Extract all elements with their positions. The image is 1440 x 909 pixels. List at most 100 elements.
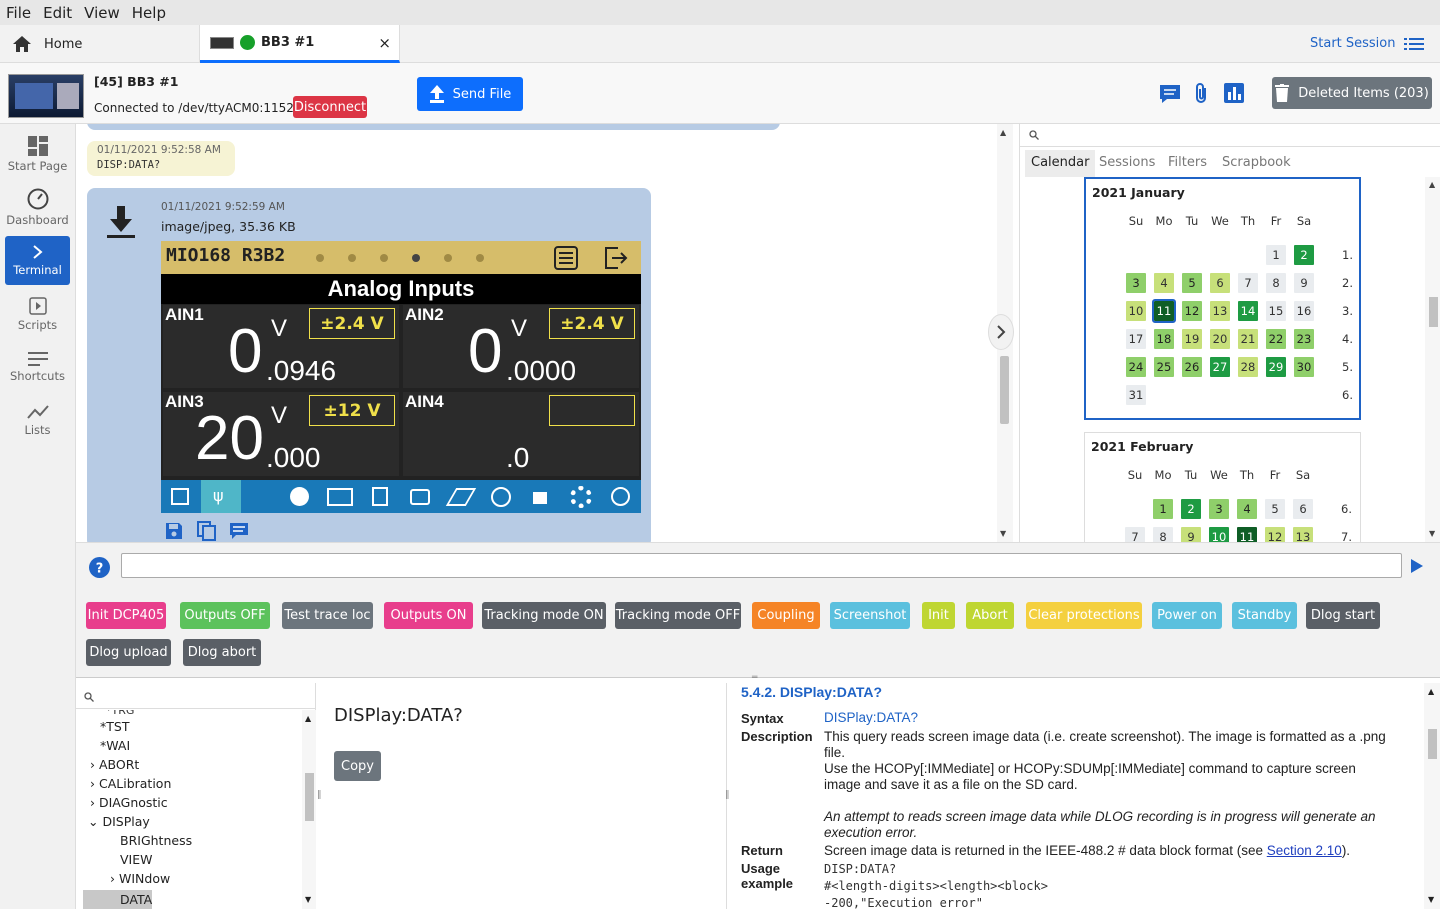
close-icon[interactable]: × xyxy=(378,34,391,52)
attachment-icon[interactable] xyxy=(1193,83,1211,105)
tab-scrapbook[interactable]: Scrapbook xyxy=(1222,155,1291,170)
calendar-day[interactable]: 9 xyxy=(1181,527,1201,542)
nav-scripts[interactable]: Scripts xyxy=(5,290,70,339)
tab-home[interactable]: Home xyxy=(0,25,200,63)
shortcut-button[interactable]: Dlog abort xyxy=(183,639,261,666)
splitter-handle[interactable]: ‖ xyxy=(317,790,322,800)
calendar-day[interactable]: 10 xyxy=(1126,301,1146,321)
calendar-day[interactable]: 12 xyxy=(1265,527,1285,542)
calendar-day[interactable]: 18 xyxy=(1154,329,1174,349)
splitter-handle[interactable]: ‖ xyxy=(725,790,730,800)
shortcut-button[interactable]: Abort xyxy=(966,602,1014,629)
calendar-day[interactable]: 28 xyxy=(1238,357,1258,377)
calendar-day[interactable]: 4 xyxy=(1237,499,1257,519)
deleted-items-button[interactable]: Deleted Items (203) xyxy=(1272,77,1432,109)
copy-button[interactable]: Copy xyxy=(334,751,381,781)
help-tree-scrollbar[interactable]: ▲ ▼ xyxy=(302,710,316,909)
save-icon[interactable] xyxy=(165,522,183,540)
nav-dashboard[interactable]: Dashboard xyxy=(5,183,70,232)
shortcut-button[interactable]: Screenshot xyxy=(830,602,910,629)
start-session-button[interactable]: Start Session xyxy=(1310,36,1424,51)
calendar-day[interactable]: 1 xyxy=(1266,245,1286,265)
calendar-day[interactable]: 2 xyxy=(1294,245,1314,265)
shortcut-button[interactable]: Tracking mode ON xyxy=(482,602,606,629)
calendar-day[interactable]: 25 xyxy=(1154,357,1174,377)
nav-shortcuts[interactable]: Shortcuts xyxy=(5,343,70,392)
help-search-input[interactable] xyxy=(76,683,316,709)
shortcut-button[interactable]: Dlog start xyxy=(1306,602,1380,629)
horizontal-splitter-handle[interactable]: ═ xyxy=(752,673,757,683)
calendar-day[interactable]: 4 xyxy=(1154,273,1174,293)
calendar-day[interactable]: 6 xyxy=(1293,499,1313,519)
nav-lists[interactable]: Lists xyxy=(5,396,70,445)
nav-start-page[interactable]: Start Page xyxy=(5,130,70,179)
calendar-day[interactable]: 7 xyxy=(1125,527,1145,542)
calendar-day[interactable]: 5 xyxy=(1182,273,1202,293)
calendar-day[interactable]: 9 xyxy=(1294,273,1314,293)
shortcut-button[interactable]: Test trace loc xyxy=(282,602,373,629)
tree-item-calibration[interactable]: › CALibration xyxy=(90,776,171,791)
calendar-day[interactable]: 8 xyxy=(1266,273,1286,293)
tree-item-display[interactable]: ⌄ DISPlay xyxy=(88,814,150,829)
calendar-day[interactable]: 30 xyxy=(1294,357,1314,377)
tree-item[interactable]: *TST xyxy=(100,719,129,734)
calendar-day[interactable]: 5 xyxy=(1265,499,1285,519)
menu-help[interactable]: Help xyxy=(132,4,166,22)
calendar-day[interactable]: 2 xyxy=(1181,499,1201,519)
calendar-day[interactable]: 11 xyxy=(1152,299,1176,323)
nav-terminal[interactable]: Terminal xyxy=(5,236,70,285)
instrument-screenshot[interactable]: MIO168 R3B2 Analog Inputs AIN1 0 V .0946… xyxy=(161,241,641,513)
calendar-day[interactable]: 24 xyxy=(1126,357,1146,377)
calendar-day[interactable]: 1 xyxy=(1153,499,1173,519)
calendar-day[interactable]: 12 xyxy=(1182,301,1202,321)
doc-section-link[interactable]: Section 2.10 xyxy=(1267,843,1342,858)
tree-item-abort[interactable]: › ABORt xyxy=(90,757,139,772)
calendar-day[interactable]: 20 xyxy=(1210,329,1230,349)
tree-item-diagnostic[interactable]: › DIAGnostic xyxy=(90,795,168,810)
download-icon[interactable] xyxy=(107,204,135,240)
menu-file[interactable]: File xyxy=(6,4,31,22)
calendar-day[interactable]: 14 xyxy=(1238,301,1258,321)
shortcut-button[interactable]: Outputs ON xyxy=(384,602,473,629)
calendar-day[interactable]: 13 xyxy=(1210,301,1230,321)
calendar-day[interactable]: 22 xyxy=(1266,329,1286,349)
calendar-day[interactable]: 31 xyxy=(1126,385,1146,405)
shortcut-button[interactable]: Init xyxy=(922,602,955,629)
calendar-day[interactable]: 16 xyxy=(1294,301,1314,321)
calendar-day[interactable]: 26 xyxy=(1182,357,1202,377)
chat-icon[interactable] xyxy=(1159,83,1181,105)
calendar-day[interactable]: 15 xyxy=(1266,301,1286,321)
history-search-input[interactable] xyxy=(1020,124,1440,147)
tab-instrument[interactable]: BB3 #1 × xyxy=(200,25,400,63)
calendar-scrollbar[interactable]: ▲ ▼ xyxy=(1425,177,1440,542)
calendar-day[interactable]: 3 xyxy=(1209,499,1229,519)
help-doc-scrollbar[interactable]: ▲ ▼ xyxy=(1424,683,1440,909)
tree-item-window[interactable]: › WINdow xyxy=(110,871,170,886)
shortcut-button[interactable]: Init DCP405 xyxy=(86,602,166,629)
tab-filters[interactable]: Filters xyxy=(1168,155,1207,170)
send-icon[interactable] xyxy=(1411,559,1423,573)
calendar-day[interactable]: 17 xyxy=(1126,329,1146,349)
doc-syntax[interactable]: DISPlay:DATA? xyxy=(824,710,1394,726)
menu-view[interactable]: View xyxy=(84,4,120,22)
shortcut-button[interactable]: Power on xyxy=(1152,602,1222,629)
calendar-day[interactable]: 19 xyxy=(1182,329,1202,349)
copy-icon[interactable] xyxy=(197,521,217,541)
menu-edit[interactable]: Edit xyxy=(43,4,72,22)
calendar-day[interactable]: 23 xyxy=(1294,329,1314,349)
calendar-day[interactable]: 21 xyxy=(1238,329,1258,349)
calendar-day[interactable]: 6 xyxy=(1210,273,1230,293)
tab-calendar[interactable]: Calendar xyxy=(1025,150,1095,177)
send-file-button[interactable]: Send File xyxy=(417,77,523,111)
disconnect-button[interactable]: Disconnect xyxy=(293,96,367,118)
calendar-day[interactable]: 13 xyxy=(1293,527,1313,542)
calendar-day[interactable]: 11 xyxy=(1237,527,1257,542)
shortcut-button[interactable]: Tracking mode OFF xyxy=(615,602,741,629)
calendar-day[interactable]: 27 xyxy=(1210,357,1230,377)
collapse-panel-button[interactable] xyxy=(988,314,1014,350)
tree-item[interactable]: VIEW xyxy=(120,852,153,867)
chart-icon[interactable] xyxy=(1224,83,1244,103)
calendar-day[interactable]: 8 xyxy=(1153,527,1173,542)
calendar-day[interactable]: 10 xyxy=(1209,527,1229,542)
terminal-history[interactable]: 01/11/2021 9:52:58 AM DISP:DATA? 01/11/2… xyxy=(77,124,997,542)
